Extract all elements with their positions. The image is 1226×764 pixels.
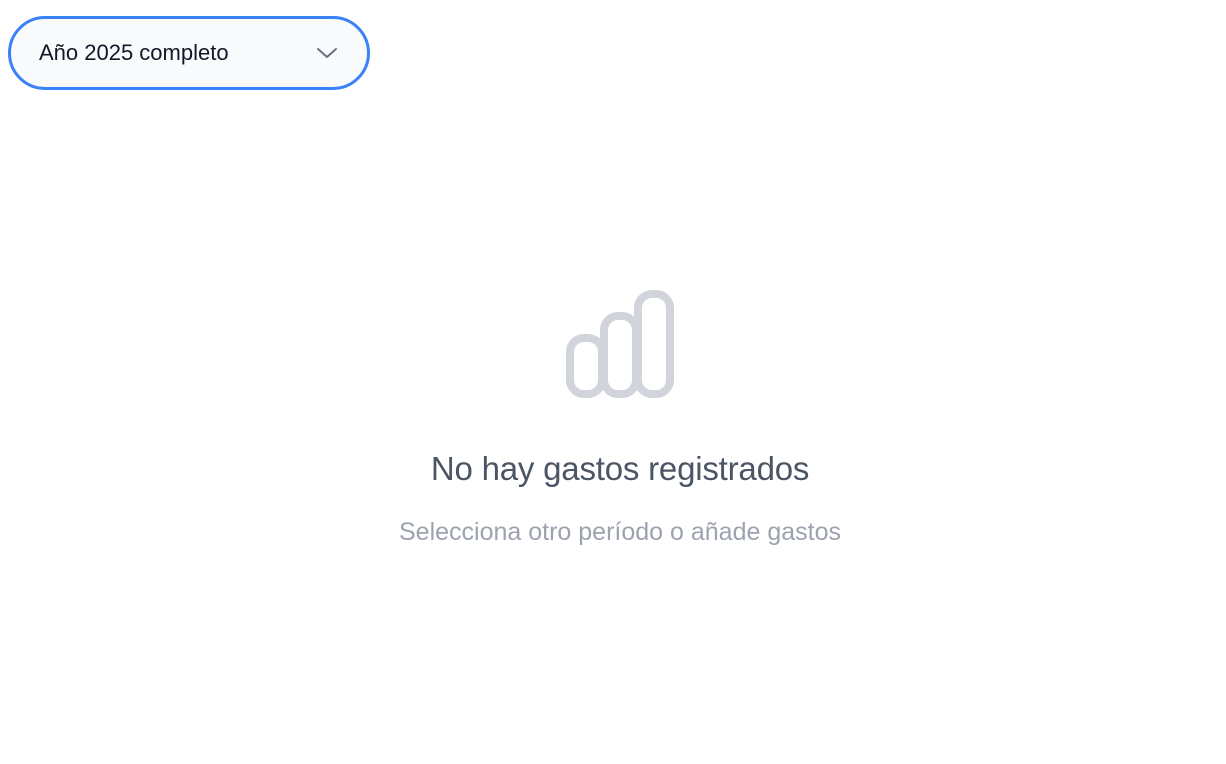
empty-state-title: No hay gastos registrados xyxy=(430,450,810,487)
empty-state-subtitle: Selecciona otro período o añade gastos xyxy=(399,518,841,546)
empty-state: No hay gastos registrados Selecciona otr… xyxy=(0,290,1226,547)
bar-chart-icon xyxy=(566,290,674,398)
period-select[interactable]: Año 2025 completo xyxy=(8,16,370,90)
period-select-value: Año 2025 completo xyxy=(39,40,229,65)
page: Año 2025 completo No hay gastos registra… xyxy=(0,0,1226,764)
chevron-down-icon xyxy=(315,41,339,65)
